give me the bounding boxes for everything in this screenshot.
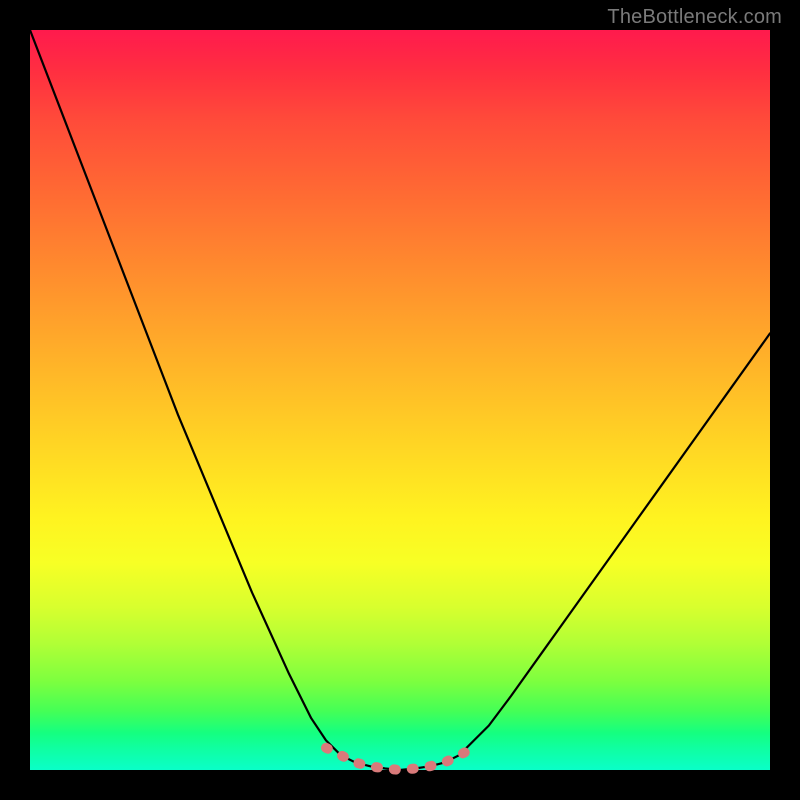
plot-area (30, 30, 770, 770)
chart-frame: TheBottleneck.com (0, 0, 800, 800)
optimal-range-band (326, 748, 474, 770)
chart-svg (30, 30, 770, 770)
bottleneck-curve (30, 30, 770, 770)
watermark-text: TheBottleneck.com (607, 6, 782, 29)
